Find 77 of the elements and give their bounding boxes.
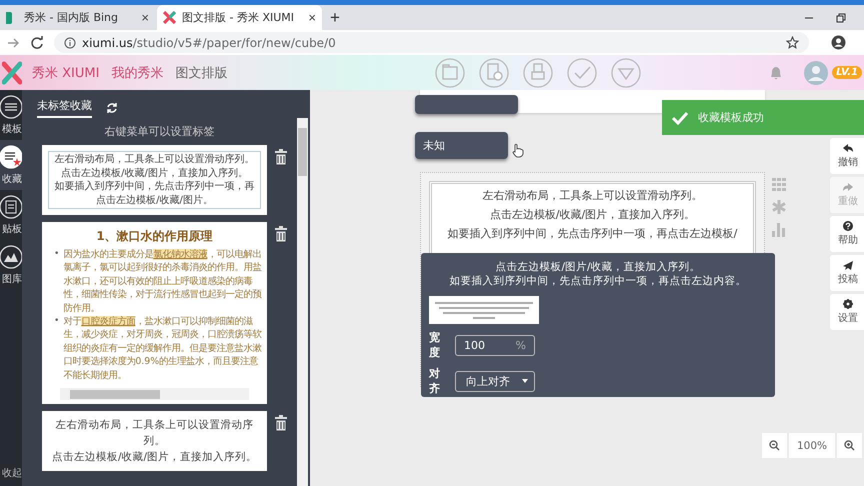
floating-button[interactable]: 未知 [415, 132, 508, 159]
info-icon[interactable] [64, 36, 76, 48]
undo-arrow-icon [842, 143, 854, 153]
caret-icon [522, 379, 528, 383]
nav-item[interactable]: 收藏 [0, 140, 22, 190]
grid-icon[interactable] [772, 178, 786, 191]
zoom-in-button[interactable] [837, 433, 862, 458]
trash-icon[interactable] [275, 149, 287, 165]
help-icon [842, 221, 854, 231]
side-button[interactable]: 帮助 [830, 216, 864, 252]
triangle-down-icon[interactable] [610, 58, 641, 88]
account-icon[interactable] [831, 35, 846, 50]
star-icon[interactable] [786, 36, 799, 49]
mountain-image-icon [0, 244, 22, 270]
horizontal-scrollbar[interactable] [60, 388, 249, 400]
hand-cursor-icon [512, 143, 524, 158]
zoom-out-icon [769, 440, 780, 451]
trash-icon[interactable] [275, 226, 287, 242]
card-title: 1、漱口水的作用原理 [95, 228, 214, 245]
close-tab-button[interactable]: × [141, 10, 149, 25]
card-text: 左右滑动布局，工具条上可以设置滑动序列。 [54, 418, 254, 450]
align-dropdown[interactable]: 向上对齐 [455, 370, 535, 392]
close-tab-button[interactable]: × [308, 10, 316, 25]
card-text: 如要插入到序列中间，先点击序列中一项，再点击左边模板/收藏/图片。 [54, 180, 256, 207]
star-list-icon [0, 144, 22, 170]
popover-text: 点击左边模板/图片/收藏，直接加入序列。 [494, 260, 702, 274]
collapse-link[interactable]: 收起 [2, 466, 22, 480]
template-card[interactable] [42, 222, 267, 404]
restore-icon[interactable] [836, 12, 846, 22]
check-icon [672, 110, 688, 124]
x-logo-icon [163, 11, 176, 24]
field-label: 宽度 [429, 330, 441, 360]
side-button[interactable]: 设置 [830, 294, 864, 330]
camera-document-icon[interactable] [478, 58, 509, 88]
zoom-in-icon [844, 440, 855, 451]
editor-text: 如要插入到序列中间，先点击序列中一项，再点击左边模板/ [446, 226, 738, 242]
template-card[interactable]: 左右滑动布局，工具条上可以设置滑动序列。 点击左边模板/收藏/图片，直接加入序列。 如要插入到序列中间，先点击序列中一项，再点击左边模板/收藏/图片。 [42, 145, 267, 215]
zoom-out-button[interactable] [762, 433, 787, 458]
vertical-scrollbar[interactable] [297, 118, 308, 486]
browser-tab[interactable]: 秀米 - 国内版 Bing × [0, 5, 155, 30]
card-text: 点击左边模板/收藏/图片，直接加入序列。 [60, 166, 249, 180]
editor-text: 点击左边模板/收藏/图片，直接加入序列。 [488, 207, 696, 223]
bullet-marker: • [54, 248, 60, 261]
width-field[interactable]: 100 % [455, 334, 535, 356]
printer-icon[interactable] [522, 58, 553, 88]
toast-message: 收藏模板成功 [698, 110, 764, 125]
editor-text: 左右滑动布局，工具条上可以设置滑动序列。 [482, 188, 704, 204]
breadcrumb-link[interactable]: 图文排版 [175, 64, 228, 82]
zoom-level: 100% [789, 433, 835, 458]
redo-arrow-icon [842, 182, 854, 192]
gear-icon [842, 299, 854, 309]
check-icon[interactable] [566, 58, 597, 88]
x-logo-icon[interactable] [2, 60, 22, 84]
asterisk-icon[interactable] [772, 200, 786, 214]
folder-icon[interactable] [434, 58, 465, 88]
hint-text: 右键菜单可以设置标签 [104, 124, 216, 140]
new-tab-button[interactable]: + [324, 5, 346, 30]
bullet-marker: • [54, 315, 60, 328]
refresh-icon[interactable] [106, 102, 118, 114]
side-button[interactable]: 投稿 [830, 255, 864, 291]
side-button[interactable]: 撤销 [830, 138, 864, 174]
level-badge: LV.1 [832, 66, 862, 79]
clipboard-icon [0, 194, 22, 220]
forward-icon[interactable] [6, 36, 20, 50]
trash-icon[interactable] [275, 415, 287, 432]
template-card[interactable]: 左右滑动布局，工具条上可以设置滑动序列。 点击左边模板/收藏/图片，直接加入序列。 [42, 411, 267, 472]
popover-text: 如要插入到序列中间，先点击序列中一项，再点击左边内容。 [448, 274, 748, 288]
card-text: 点击左边模板/收藏/图片，直接加入序列。 [50, 450, 258, 466]
field-label: 对齐 [429, 366, 441, 396]
list-icon [0, 94, 22, 120]
tag-tab[interactable]: 未标签收藏 [37, 98, 92, 118]
browser-tab[interactable]: 图文排版 - 秀米 XIUMI × [157, 5, 322, 30]
avatar-icon[interactable] [804, 60, 828, 84]
reload-icon[interactable] [30, 36, 44, 50]
bar-chart-icon[interactable] [772, 223, 786, 237]
card-text: 左右滑动布局，工具条上可以设置滑动序列。 [54, 153, 256, 166]
paper-plane-icon [842, 260, 854, 270]
